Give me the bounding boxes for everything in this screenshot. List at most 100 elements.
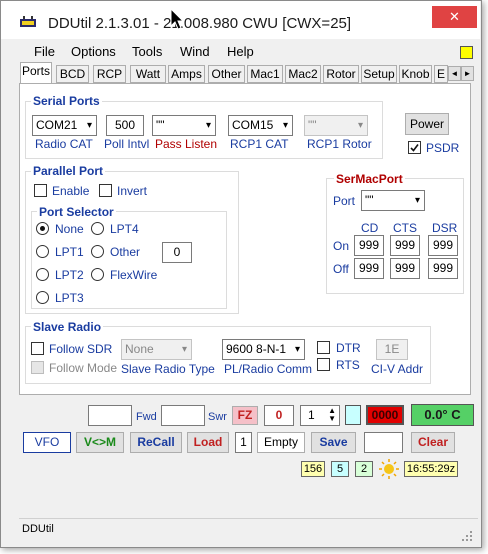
memory-slot-display: 1 [235,432,252,453]
radio-none[interactable] [36,222,49,235]
memory-name-input[interactable] [364,432,403,453]
chevron-down-icon: ▾ [205,120,211,131]
tab-rcp[interactable]: RCP [93,65,126,83]
sun-icon [378,458,400,480]
clear-button[interactable]: Clear [411,432,455,453]
enable-checkbox[interactable] [34,184,47,197]
tab-bcd[interactable]: BCD [56,65,89,83]
radio-lpt4[interactable] [91,222,104,235]
radio-other-label: Other [110,245,141,259]
radio-cat-select[interactable]: COM21 ▾ [32,115,97,136]
pass-listen-label: Pass Listen [155,137,218,151]
fz-button[interactable]: FZ [232,406,258,425]
sermacport-port-label: Port [333,194,356,208]
vfo-button[interactable]: VFO [23,432,71,453]
tab-scroll-left-icon[interactable]: ◄ [448,66,461,81]
rcp1-cat-select[interactable]: COM15 ▾ [228,115,293,136]
radio-flexwire[interactable] [91,268,104,281]
tab-mac2[interactable]: Mac2 [285,65,321,83]
col-cd-header: CD [361,221,379,235]
slave-radio-type-select[interactable]: None ▾ [121,339,192,360]
on-cd-input[interactable]: 999 [354,235,384,256]
maximize-button[interactable] [406,6,430,28]
dtr-checkbox[interactable] [317,341,330,354]
col-dsr-header: DSR [432,221,458,235]
badge-156: 156 [301,461,325,477]
off-cts-input[interactable]: 999 [390,258,420,279]
chevron-down-icon: ▾ [294,344,300,355]
sermacport-port-select[interactable]: "" ▾ [361,190,425,211]
psdr-label: PSDR [426,141,460,155]
power-button[interactable]: Power [405,113,449,135]
rts-checkbox[interactable] [317,358,330,371]
tab-other[interactable]: Other [208,65,245,83]
invert-checkbox[interactable] [99,184,112,197]
col-cts-header: CTS [393,221,417,235]
fwd-display [88,405,132,426]
badge-5: 5 [331,461,349,477]
follow-mode-checkbox[interactable] [31,361,44,374]
sermacport-title: SerMacPort [334,172,405,186]
menu-help[interactable]: Help [227,44,254,59]
rcp1-rotor-value: "" [308,118,317,132]
menu-wind[interactable]: Wind [180,44,210,59]
pl-radio-comm-label: PL/Radio Comm [224,362,313,376]
rts-label: RTS [336,358,360,372]
tab-setup[interactable]: Setup [361,65,397,83]
window-title: DDUtil 2.1.3.01 - 21.008.980 CWU [CWX=25… [48,15,352,32]
on-dsr-input[interactable]: 999 [428,235,458,256]
checkmark-icon [410,144,419,152]
off-cd-input[interactable]: 999 [354,258,384,279]
menu-tools[interactable]: Tools [132,44,162,59]
invert-label: Invert [117,184,148,198]
rcp1-rotor-select[interactable]: "" ▾ [304,115,368,136]
channel-spinner[interactable]: 1 ▲ ▼ [300,405,340,426]
tab-rotor[interactable]: Rotor [323,65,359,83]
radio-lpt3[interactable] [36,291,49,304]
radio-lpt2[interactable] [36,268,49,281]
radio-other[interactable] [91,245,104,258]
civ-addr-input[interactable]: 1E [376,339,408,360]
radio-lpt1[interactable] [36,245,49,258]
tab-ports[interactable]: Ports [20,62,52,84]
temperature-display: 0.0° C [411,404,474,426]
empty-button[interactable]: Empty [257,432,305,453]
menu-options[interactable]: Options [71,44,116,59]
tab-e[interactable]: E [434,65,448,83]
menu-file[interactable]: File [34,44,55,59]
psdr-checkbox[interactable] [408,141,421,154]
enable-label: Enable [52,184,90,198]
poll-interval-input[interactable]: 500 [106,115,144,136]
v-to-m-button[interactable]: V<>M [76,432,124,453]
tab-amps[interactable]: Amps [168,65,205,83]
pass-listen-select[interactable]: "" ▾ [152,115,216,136]
tab-scroll-right-icon[interactable]: ► [461,66,474,81]
pl-radio-comm-select[interactable]: 9600 8-N-1 ▾ [222,339,305,360]
close-button[interactable]: ✕ [432,6,477,28]
tab-knob[interactable]: Knob [399,65,432,83]
resize-grip-icon[interactable] [462,530,472,541]
radio-lpt1-label: LPT1 [55,245,84,259]
save-button[interactable]: Save [311,432,356,453]
other-port-input[interactable]: 0 [162,242,192,263]
radio-flexwire-label: FlexWire [110,268,158,282]
minimize-button[interactable] [380,6,404,28]
cyan-indicator [345,405,361,425]
follow-sdr-checkbox[interactable] [31,342,44,355]
pass-listen-value: "" [156,118,165,132]
recall-button[interactable]: ReCall [130,432,182,453]
radio-lpt3-label: LPT3 [55,291,84,305]
spinner-arrows-icon: ▲ ▼ [328,406,336,423]
radio-cat-label: Radio CAT [35,137,93,151]
off-dsr-input[interactable]: 999 [428,258,458,279]
badge-2: 2 [355,461,373,477]
slave-radio-title: Slave Radio [31,320,104,334]
on-cts-input[interactable]: 999 [390,235,420,256]
fwd-label: Fwd [136,411,157,423]
load-button[interactable]: Load [187,432,229,453]
follow-sdr-label: Follow SDR [49,342,113,356]
chevron-down-icon: ▾ [357,120,363,131]
tab-mac1[interactable]: Mac1 [247,65,283,83]
rcp1-rotor-label: RCP1 Rotor [307,137,372,151]
tab-watt[interactable]: Watt [130,65,166,83]
